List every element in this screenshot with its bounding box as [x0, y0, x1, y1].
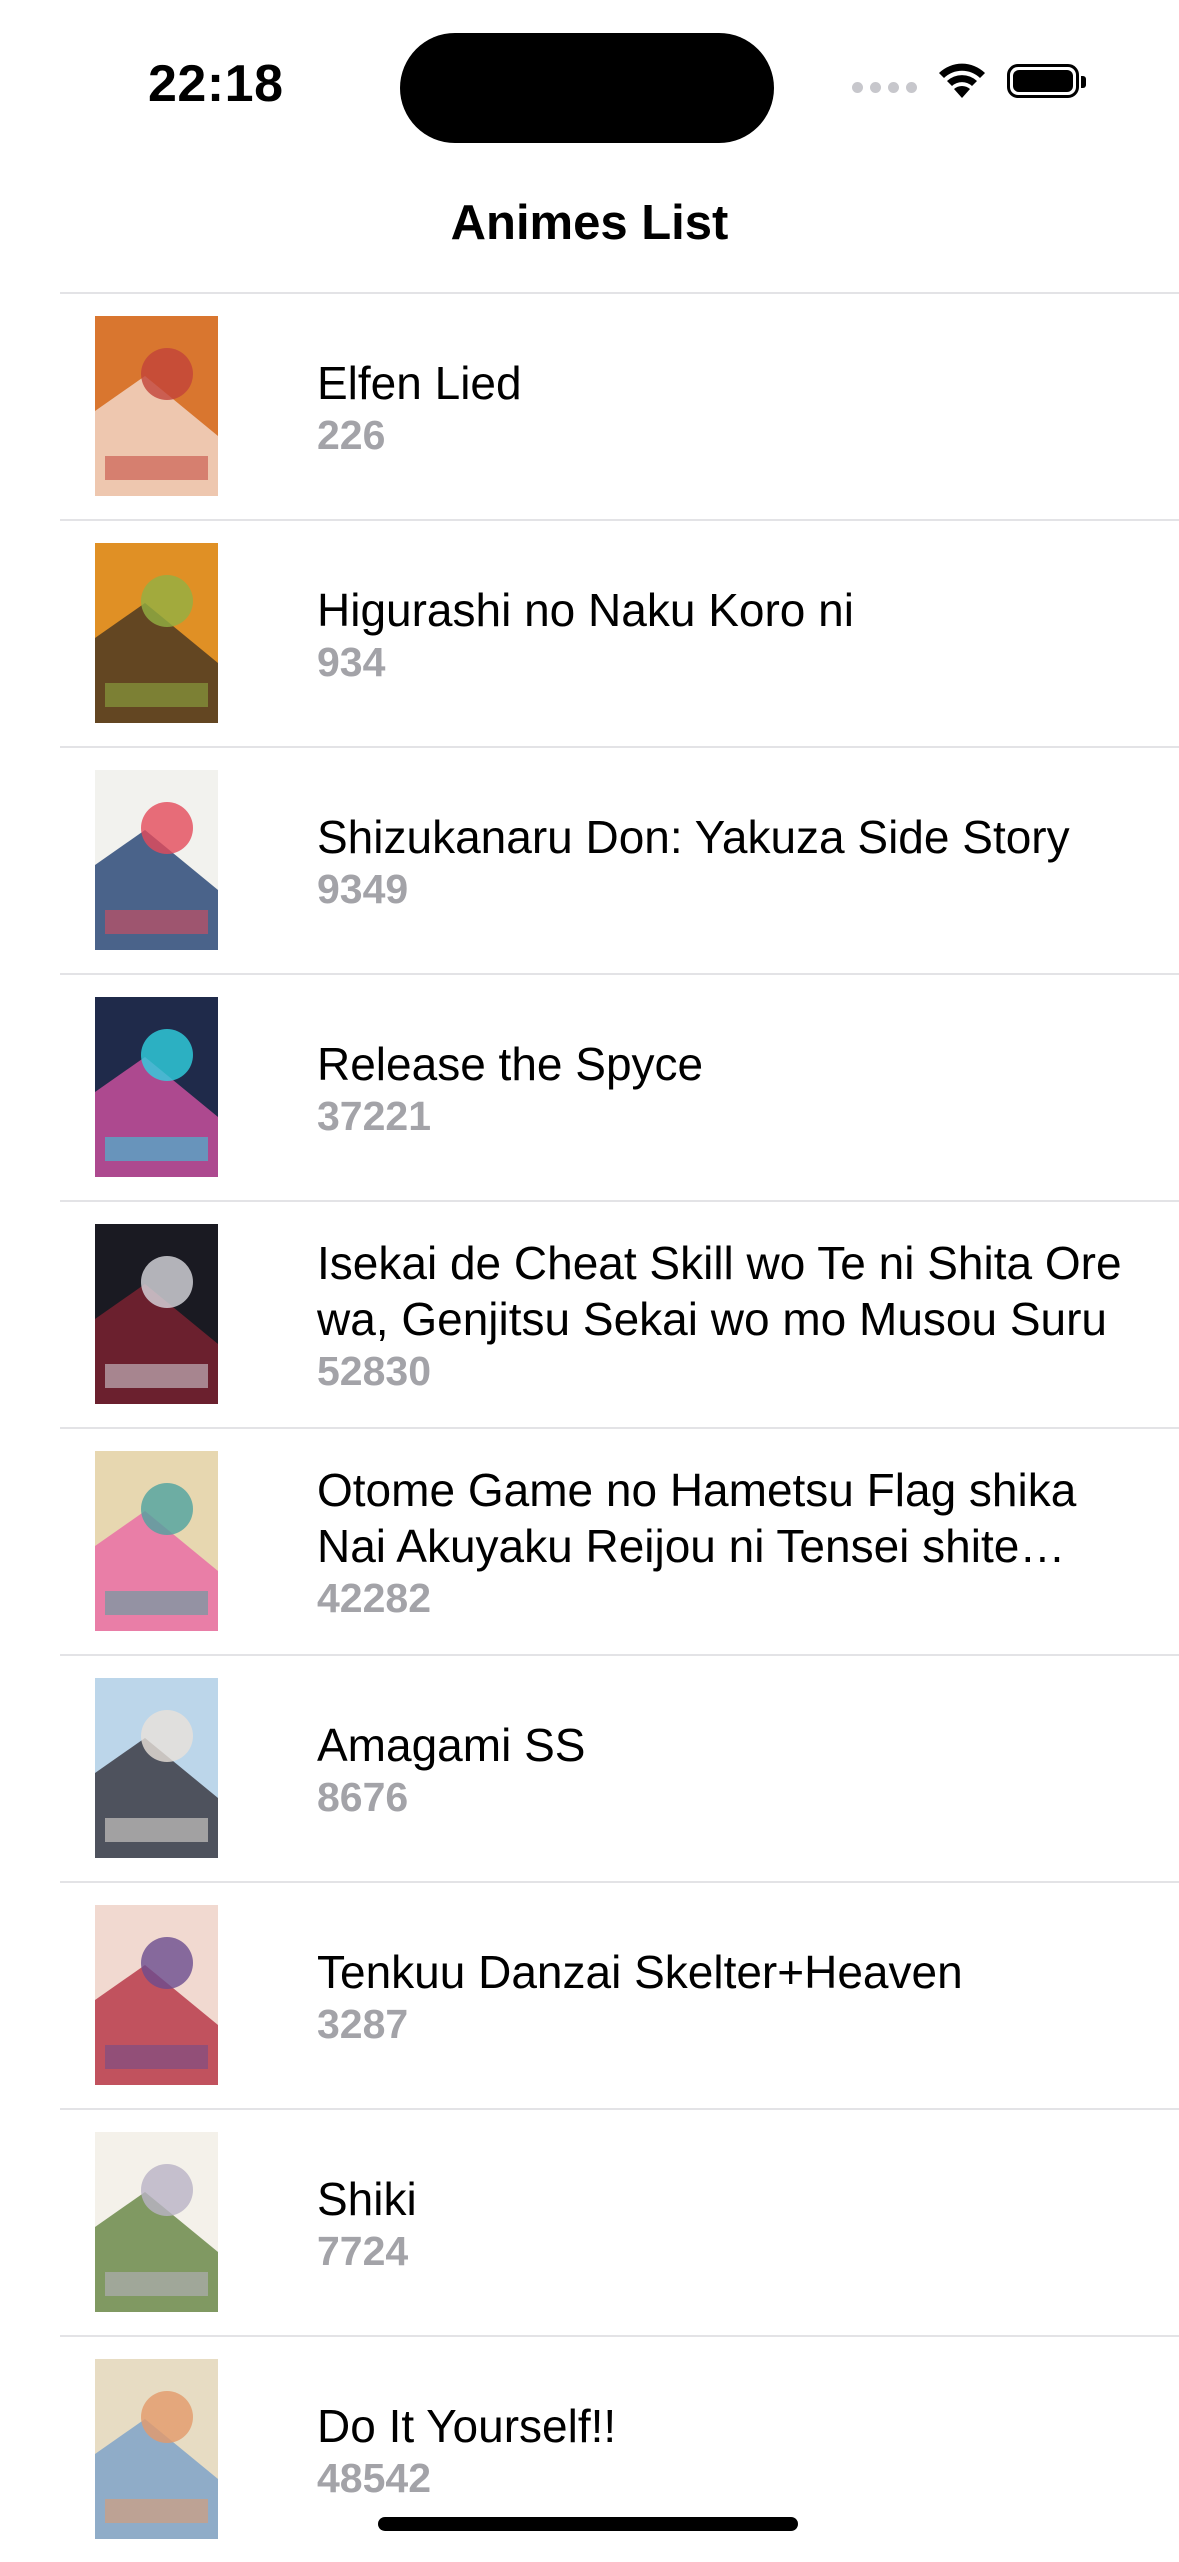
status-bar: 22:18: [0, 0, 1179, 160]
anime-id: 7724: [317, 2227, 409, 2274]
anime-title: Elfen Lied: [317, 356, 522, 409]
signal-icon: [852, 81, 917, 93]
list-item[interactable]: Higurashi no Naku Koro ni 934: [60, 519, 1179, 746]
anime-id: 8676: [317, 1773, 409, 1820]
list-item-text: Amagami SS 8676: [317, 1656, 1139, 1881]
anime-title: Shiki: [317, 2172, 417, 2225]
anime-id: 9349: [317, 865, 409, 912]
status-time: 22:18: [148, 55, 284, 113]
list-item[interactable]: Tenkuu Danzai Skelter+Heaven 3287: [60, 1881, 1179, 2108]
poster-image: [95, 2132, 218, 2312]
poster-image: [95, 1224, 218, 1404]
list-item[interactable]: Elfen Lied 226: [60, 292, 1179, 519]
page-title: Animes List: [450, 196, 729, 250]
list-item[interactable]: Isekai de Cheat Skill wo Te ni Shita Ore…: [60, 1200, 1179, 1427]
list-item-text: Release the Spyce 37221: [317, 975, 1139, 1200]
list-item[interactable]: Shizukanaru Don: Yakuza Side Story 9349: [60, 746, 1179, 973]
poster-image: [95, 1451, 218, 1631]
anime-title: Release the Spyce: [317, 1037, 704, 1090]
anime-title: Do It Yourself!!: [317, 2399, 617, 2452]
poster-image: [95, 543, 218, 723]
anime-title: Amagami SS: [317, 1718, 586, 1771]
anime-title: Otome Game no Hametsu Flag shika Nai Aku…: [317, 1463, 1077, 1572]
list-item-text: Higurashi no Naku Koro ni 934: [317, 521, 1139, 746]
poster-image: [95, 2359, 218, 2539]
home-indicator[interactable]: [378, 2517, 798, 2531]
poster-image: [95, 316, 218, 496]
status-icons: [852, 62, 1086, 100]
poster-image: [95, 997, 218, 1177]
list-item-text: Otome Game no Hametsu Flag shika Nai Aku…: [317, 1429, 1139, 1654]
list-item-text: Elfen Lied 226: [317, 294, 1139, 519]
anime-id: 226: [317, 411, 386, 458]
anime-id: 52830: [317, 1347, 432, 1394]
anime-id: 37221: [317, 1092, 432, 1139]
poster-image: [95, 770, 218, 950]
list-item[interactable]: Amagami SS 8676: [60, 1654, 1179, 1881]
battery-icon: [1007, 64, 1086, 98]
anime-id: 42282: [317, 1574, 432, 1621]
anime-title: Shizukanaru Don: Yakuza Side Story: [317, 810, 1070, 863]
anime-id: 3287: [317, 2000, 409, 2047]
dynamic-island: [400, 33, 774, 143]
anime-title: Isekai de Cheat Skill wo Te ni Shita Ore…: [317, 1236, 1122, 1345]
list-item-text: Shiki 7724: [317, 2110, 1139, 2335]
anime-id: 934: [317, 638, 386, 685]
wifi-icon: [939, 63, 985, 98]
list-item[interactable]: Otome Game no Hametsu Flag shika Nai Aku…: [60, 1427, 1179, 1654]
anime-id: 48542: [317, 2454, 432, 2501]
list-item-text: Tenkuu Danzai Skelter+Heaven 3287: [317, 1883, 1139, 2108]
poster-image: [95, 1678, 218, 1858]
list-item-text: Shizukanaru Don: Yakuza Side Story 9349: [317, 748, 1139, 973]
list-item[interactable]: Shiki 7724: [60, 2108, 1179, 2335]
list-item-text: Isekai de Cheat Skill wo Te ni Shita Ore…: [317, 1202, 1139, 1427]
anime-list: Elfen Lied 226 Higurashi no Naku Koro ni 93…: [0, 292, 1179, 2562]
anime-title: Tenkuu Danzai Skelter+Heaven: [317, 1945, 963, 1998]
poster-image: [95, 1905, 218, 2085]
list-item[interactable]: Release the Spyce 37221: [60, 973, 1179, 1200]
anime-title: Higurashi no Naku Koro ni: [317, 583, 854, 636]
